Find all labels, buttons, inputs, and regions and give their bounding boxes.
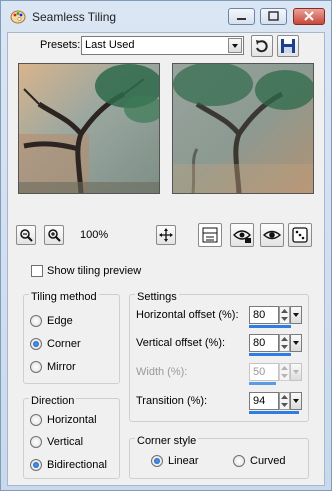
presets-value: Last Used xyxy=(85,39,135,51)
direction-title: Direction xyxy=(29,395,77,407)
corner-style-title: Corner style xyxy=(135,435,199,447)
dice-icon xyxy=(292,227,308,243)
minimize-icon xyxy=(237,18,246,20)
original-preview[interactable] xyxy=(18,63,160,194)
presets-label: Presets: xyxy=(40,39,81,51)
linear-radio[interactable] xyxy=(151,455,163,467)
layout-icon xyxy=(202,227,218,243)
width-control: 50 xyxy=(249,363,303,385)
zoom-out-icon xyxy=(20,229,33,242)
width-input: 50 xyxy=(249,363,279,381)
horizontal-offset-input[interactable]: 80 xyxy=(249,306,279,324)
curved-radio[interactable] xyxy=(233,455,245,467)
corner-radio[interactable] xyxy=(30,338,42,350)
transition-control[interactable]: 94 xyxy=(249,392,303,414)
bidirectional-label[interactable]: Bidirectional xyxy=(47,459,107,471)
transition-label: Transition (%): xyxy=(136,395,208,407)
horizontal-offset-label: Horizontal offset (%): xyxy=(136,309,239,321)
vertical-offset-spinner[interactable] xyxy=(279,334,290,352)
chevron-down-icon[interactable] xyxy=(290,334,302,352)
chevron-down-icon[interactable] xyxy=(290,392,302,410)
zoom-level: 100% xyxy=(80,229,109,241)
edge-radio[interactable] xyxy=(30,315,42,327)
settings-title: Settings xyxy=(135,291,179,303)
pan-button[interactable] xyxy=(156,225,176,245)
horizontal-label[interactable]: Horizontal xyxy=(47,414,97,426)
minimize-button[interactable] xyxy=(228,8,255,25)
result-preview[interactable] xyxy=(172,63,314,194)
save-preset-button[interactable] xyxy=(277,35,299,57)
vertical-offset-control[interactable]: 80 xyxy=(249,334,303,356)
chevron-down-icon[interactable] xyxy=(290,306,302,324)
randomize-button[interactable] xyxy=(288,223,312,247)
width-spinner xyxy=(279,363,290,381)
reset-preset-button[interactable] xyxy=(251,35,273,57)
zoom-out-button[interactable] xyxy=(16,225,36,245)
presets-dropdown[interactable]: Last Used xyxy=(81,36,244,55)
paint-palette-icon xyxy=(10,10,26,24)
edge-label[interactable]: Edge xyxy=(47,315,73,327)
close-icon xyxy=(304,11,314,21)
horizontal-offset-control[interactable]: 80 xyxy=(249,306,303,328)
show-tiling-preview-checkbox[interactable] xyxy=(31,265,43,277)
eye-icon xyxy=(262,230,282,240)
vertical-offset-slider[interactable] xyxy=(249,353,291,356)
vertical-label[interactable]: Vertical xyxy=(47,436,83,448)
close-button[interactable] xyxy=(293,8,325,25)
vertical-radio[interactable] xyxy=(30,436,42,448)
horizontal-radio[interactable] xyxy=(30,414,42,426)
save-icon xyxy=(281,39,295,53)
show-tiling-preview-label[interactable]: Show tiling preview xyxy=(47,265,141,277)
maximize-button[interactable] xyxy=(260,8,287,25)
layout-toggle-button[interactable] xyxy=(198,223,222,247)
tree-image xyxy=(19,64,159,193)
window-title: Seamless Tiling xyxy=(32,10,117,24)
linear-label[interactable]: Linear xyxy=(168,455,199,467)
mirror-label[interactable]: Mirror xyxy=(47,361,76,373)
width-slider xyxy=(249,382,276,385)
curved-label[interactable]: Curved xyxy=(250,455,285,467)
reset-icon xyxy=(256,40,268,53)
preview-toggle-button[interactable] xyxy=(260,223,284,247)
horizontal-offset-spinner[interactable] xyxy=(279,306,290,324)
tiling-method-title: Tiling method xyxy=(29,291,99,303)
eye-lock-icon xyxy=(233,230,251,243)
zoom-in-button[interactable] xyxy=(44,225,64,245)
tiled-tree-image xyxy=(173,64,313,193)
corner-label[interactable]: Corner xyxy=(47,338,81,350)
mirror-radio[interactable] xyxy=(30,361,42,373)
bidirectional-radio[interactable] xyxy=(30,459,42,471)
width-label: Width (%): xyxy=(136,366,188,378)
title-bar[interactable]: Seamless Tiling xyxy=(1,1,331,33)
transition-input[interactable]: 94 xyxy=(249,392,279,410)
seamless-tiling-dialog: Seamless Tiling Presets: Last Used 100% … xyxy=(0,0,332,491)
vertical-offset-input[interactable]: 80 xyxy=(249,334,279,352)
transition-slider[interactable] xyxy=(249,411,299,414)
horizontal-offset-slider[interactable] xyxy=(249,325,291,328)
zoom-in-icon xyxy=(48,229,61,242)
transition-spinner[interactable] xyxy=(279,392,290,410)
chevron-down-icon[interactable] xyxy=(228,38,242,53)
move-icon xyxy=(159,228,173,242)
chevron-down-icon xyxy=(290,363,302,381)
proof-button[interactable] xyxy=(230,223,254,247)
maximize-icon xyxy=(268,11,279,21)
vertical-offset-label: Vertical offset (%): xyxy=(136,337,226,349)
